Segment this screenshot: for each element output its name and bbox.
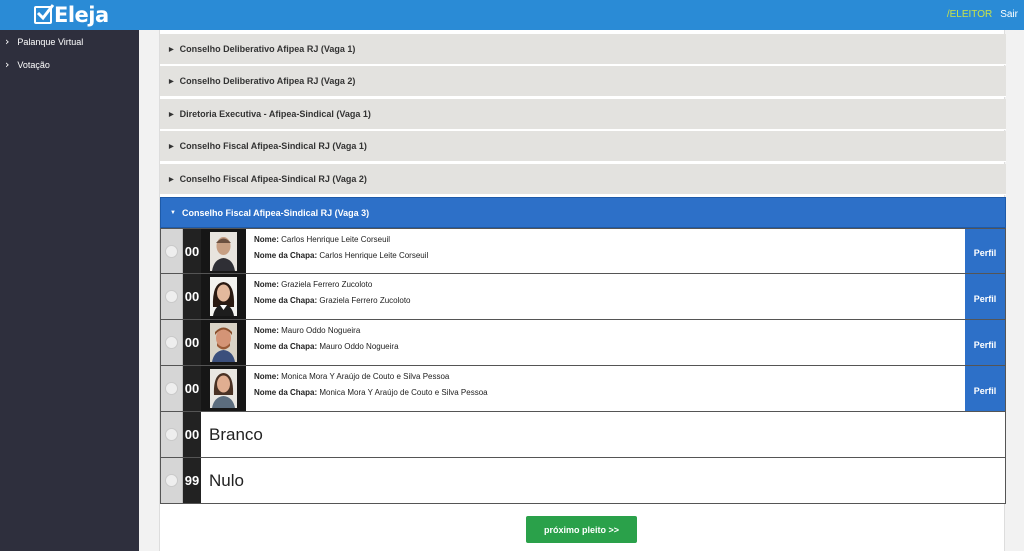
accordion-header-active[interactable]: ▼ Conselho Fiscal Afipea-Sindical RJ (Va… <box>160 197 1006 228</box>
vote-radio[interactable] <box>165 336 178 349</box>
sidebar-item-palanque-virtual[interactable]: › Palanque Virtual <box>0 30 139 53</box>
accordion-label: Conselho Fiscal Afipea-Sindical RJ (Vaga… <box>179 141 367 151</box>
caret-right-icon: ▶ <box>169 176 174 183</box>
name-label: Nome: <box>254 235 279 244</box>
candidate-photo <box>210 277 237 316</box>
slate-label: Nome da Chapa: <box>254 251 318 260</box>
accordion-header[interactable]: ▶ Conselho Deliberativo Afipea RJ (Vaga … <box>160 34 1006 65</box>
vote-radio[interactable] <box>165 290 178 303</box>
caret-right-icon: ▶ <box>169 78 174 85</box>
top-bar: Eleja /ELEITOR Sair <box>0 0 1024 30</box>
candidate-number: 00 <box>183 274 201 319</box>
accordion-header[interactable]: ▶ Conselho Fiscal Afipea-Sindical RJ (Va… <box>160 131 1006 162</box>
app-logo[interactable]: Eleja <box>34 3 109 27</box>
sidebar-item-votacao[interactable]: › Votação <box>0 53 139 76</box>
logout-link[interactable]: Sair <box>1000 9 1018 20</box>
candidate-photo <box>210 231 237 271</box>
candidate-name: Carlos Henrique Leite Corseuil <box>281 235 391 244</box>
option-number: 00 <box>183 412 201 457</box>
sidebar-item-label: Palanque Virtual <box>17 36 84 47</box>
sidebar: › Palanque Virtual › Votação <box>0 30 139 551</box>
candidate-slate: Mauro Oddo Nogueira <box>319 342 399 351</box>
candidate-row: 00 Nome: Monica Mora Y Araújo de Couto e… <box>160 366 1006 412</box>
candidate-slate: Graziela Ferrero Zucoloto <box>319 296 411 305</box>
caret-right-icon: ▶ <box>169 111 174 118</box>
next-election-button[interactable]: próximo pleito >> <box>526 516 637 543</box>
candidate-photo <box>210 369 237 408</box>
candidate-row: 00 Nome: Mauro Oddo Nogueira Nome da Cha… <box>160 320 1006 366</box>
slate-label: Nome da Chapa: <box>254 296 318 305</box>
accordion-header[interactable]: ▶ Conselho Fiscal Afipea-Sindical RJ (Va… <box>160 164 1006 195</box>
candidate-slate: Monica Mora Y Araújo de Couto e Silva Pe… <box>319 388 488 397</box>
candidate-number: 00 <box>183 320 201 365</box>
caret-right-icon: ▶ <box>169 46 174 53</box>
profile-button[interactable]: Perfil <box>965 366 1005 411</box>
caret-right-icon: ▶ <box>169 143 174 150</box>
main-content: ▶ Conselho Deliberativo Afipea RJ (Vaga … <box>151 30 1013 551</box>
accordion-label: Diretoria Executiva - Afipea-Sindical (V… <box>179 109 371 119</box>
name-label: Nome: <box>254 326 279 335</box>
candidate-row: 00 Nome: Graziela Ferrero Zucoloto Nome … <box>160 274 1006 320</box>
blank-vote-label: Branco <box>209 424 263 444</box>
chevron-right-icon: › <box>5 58 10 71</box>
candidate-number: 00 <box>183 366 201 411</box>
null-vote-label: Nulo <box>209 470 244 490</box>
vote-radio[interactable] <box>165 244 178 258</box>
profile-button[interactable]: Perfil <box>965 274 1005 319</box>
blank-vote-row: 00 Branco <box>160 412 1006 458</box>
candidate-number: 00 <box>183 229 201 273</box>
candidate-slate: Carlos Henrique Leite Corseuil <box>319 251 429 260</box>
candidate-row: 00 Nome: Carlos Henrique Leite Corseuil … <box>160 228 1006 274</box>
name-label: Nome: <box>254 372 279 381</box>
slate-label: Nome da Chapa: <box>254 388 318 397</box>
accordion-label: Conselho Fiscal Afipea-Sindical RJ (Vaga… <box>179 174 367 184</box>
accordion-label: Conselho Deliberativo Afipea RJ (Vaga 1) <box>179 44 356 54</box>
accordion-header[interactable]: ▶ Diretoria Executiva - Afipea-Sindical … <box>160 99 1006 130</box>
candidate-name: Monica Mora Y Araújo de Couto e Silva Pe… <box>281 372 450 381</box>
candidate-name: Mauro Oddo Nogueira <box>281 326 361 335</box>
profile-button[interactable]: Perfil <box>965 320 1005 365</box>
sidebar-item-label: Votação <box>17 59 50 70</box>
profile-button[interactable]: Perfil <box>965 229 1005 273</box>
vote-radio[interactable] <box>165 382 178 395</box>
accordion-header[interactable]: ▶ Conselho Deliberativo Afipea RJ (Vaga … <box>160 66 1006 97</box>
logo-text: Eleja <box>54 3 109 27</box>
candidate-photo <box>210 323 237 362</box>
accordion-label: Conselho Deliberativo Afipea RJ (Vaga 2) <box>179 76 356 86</box>
vote-radio[interactable] <box>165 474 178 487</box>
ballot-panel: ▶ Conselho Deliberativo Afipea RJ (Vaga … <box>159 30 1006 551</box>
slate-label: Nome da Chapa: <box>254 342 318 351</box>
name-label: Nome: <box>254 280 279 289</box>
null-vote-row: 99 Nulo <box>160 458 1006 504</box>
checkbox-logo-icon <box>34 4 55 24</box>
option-number: 99 <box>183 458 201 503</box>
accordion-label: Conselho Fiscal Afipea-Sindical RJ (Vaga… <box>181 207 370 218</box>
vote-radio[interactable] <box>165 428 178 441</box>
chevron-right-icon: › <box>5 35 10 48</box>
user-role-link[interactable]: /ELEITOR <box>947 9 992 20</box>
candidate-name: Graziela Ferrero Zucoloto <box>281 280 373 289</box>
caret-down-icon: ▼ <box>170 209 176 216</box>
